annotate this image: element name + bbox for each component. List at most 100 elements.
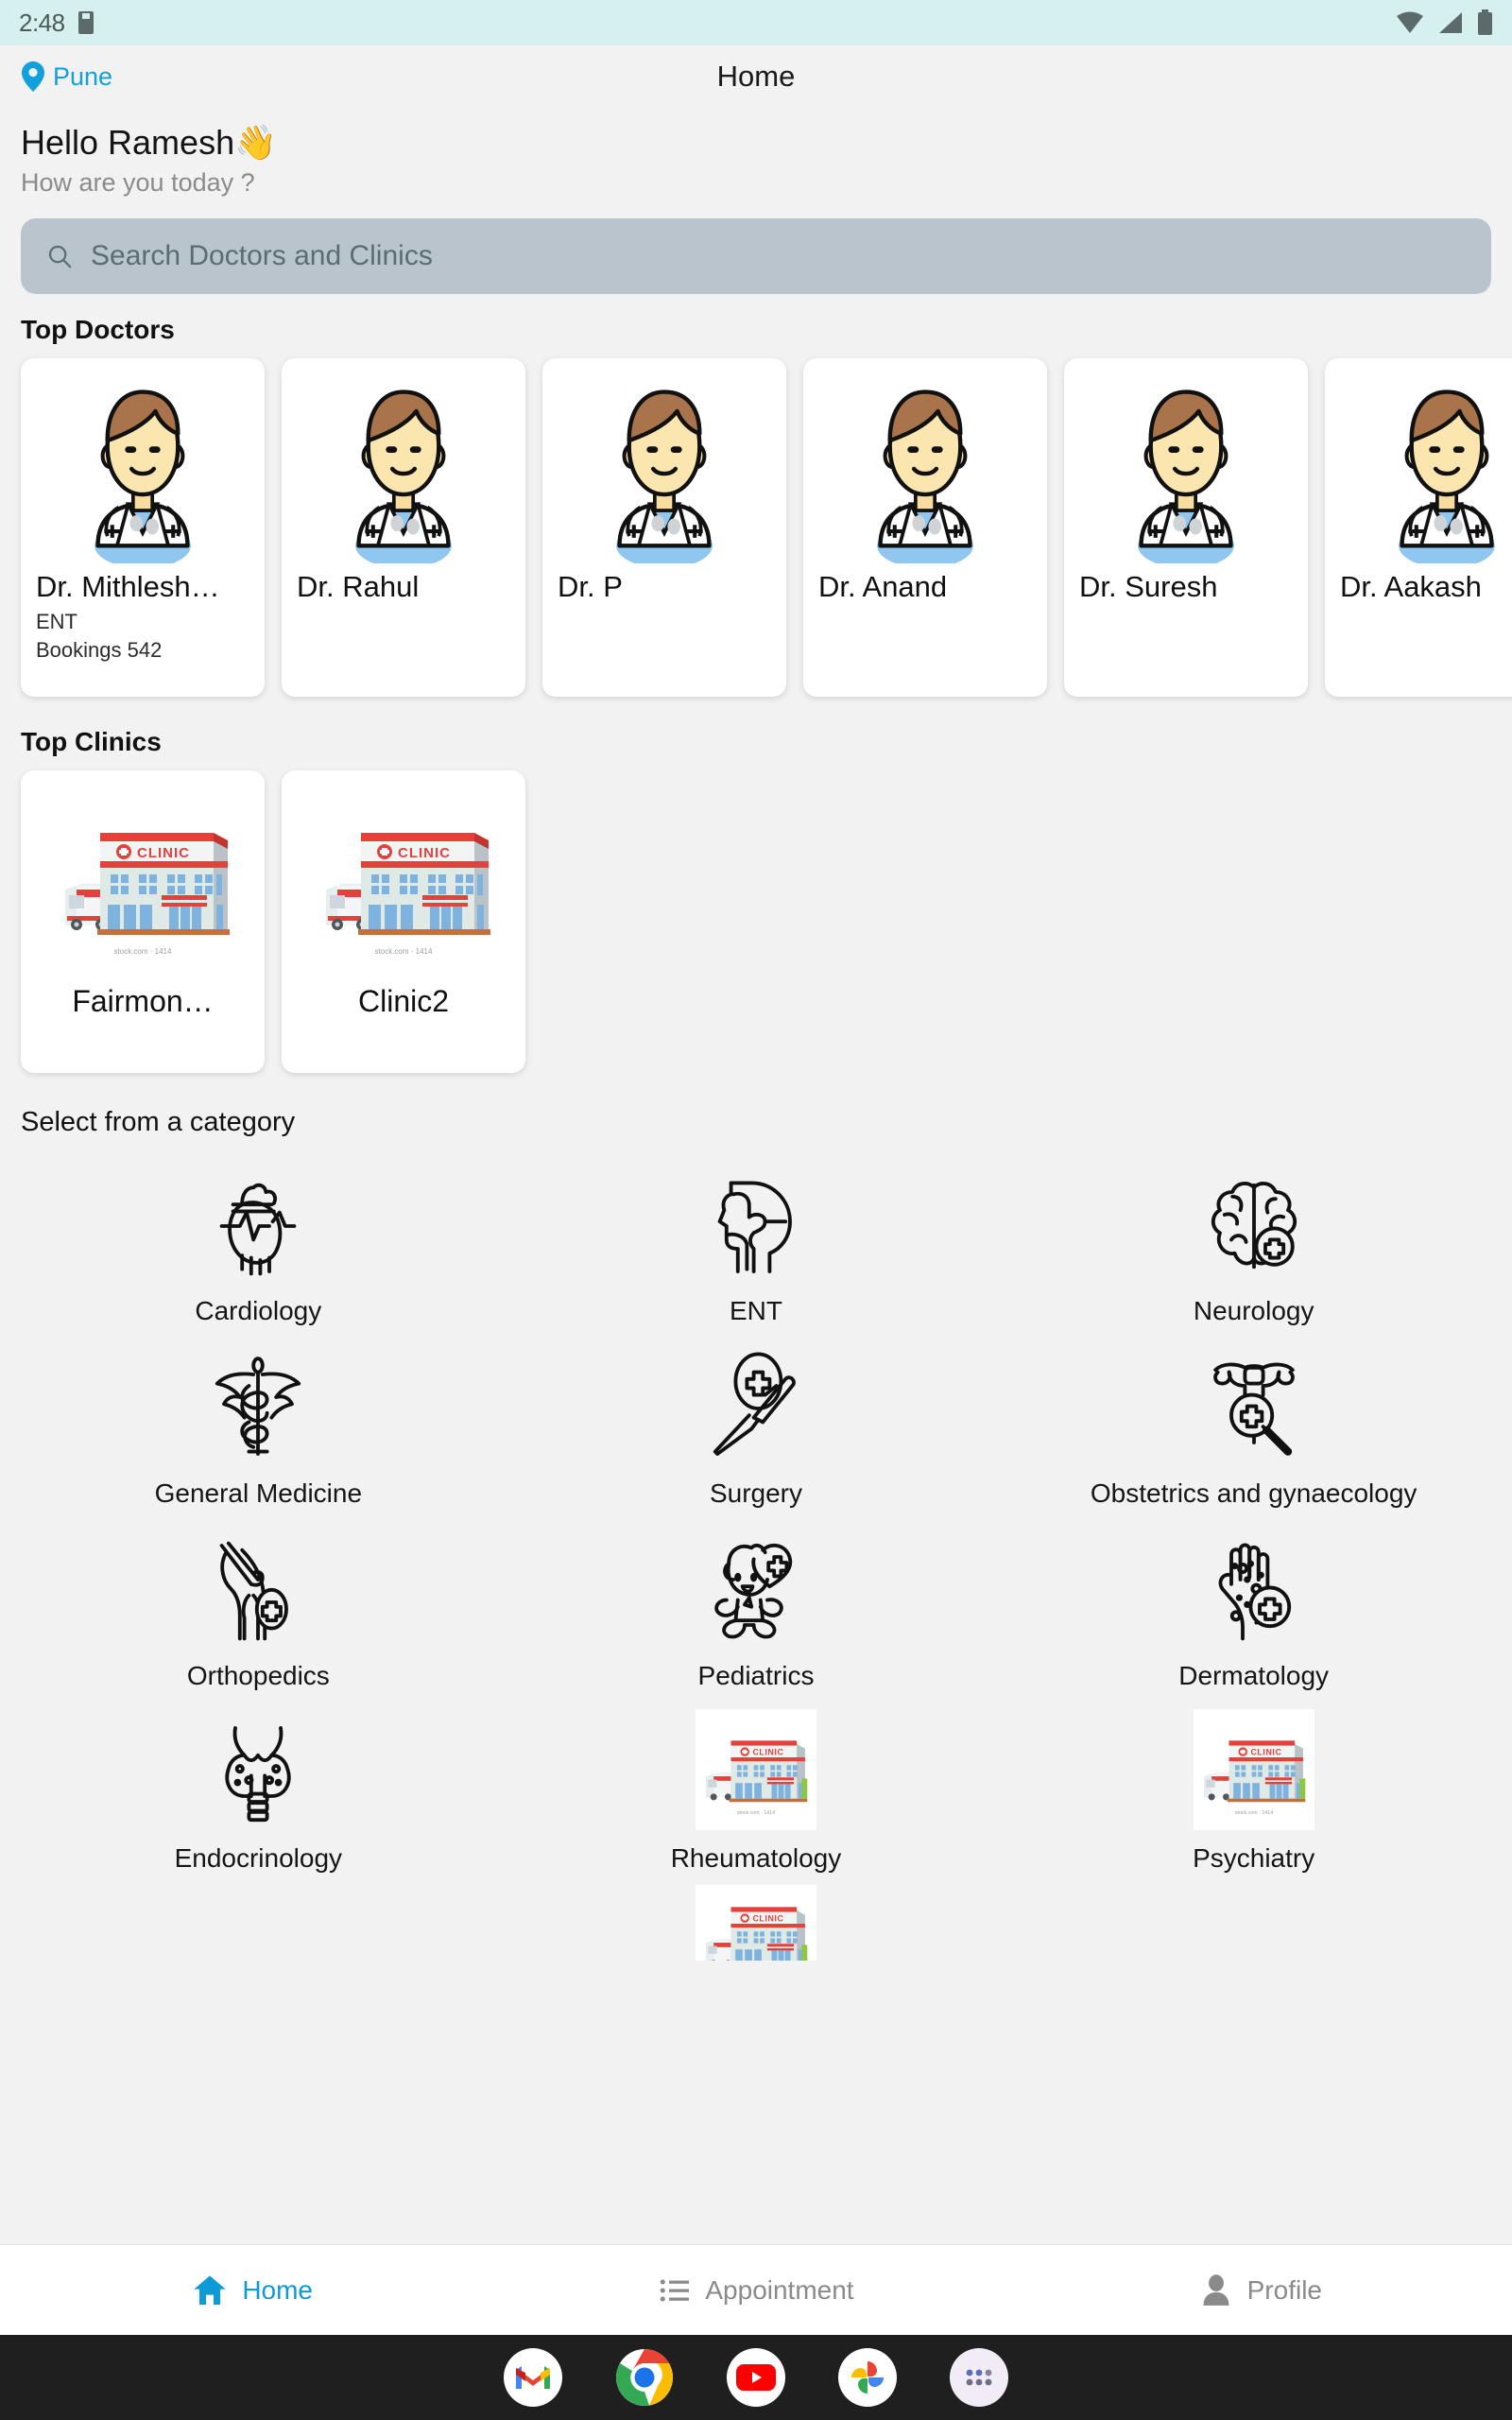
doctor-avatar (297, 372, 510, 570)
doctor-card[interactable]: Dr. P (542, 358, 786, 697)
doctor-avatar (1079, 372, 1293, 570)
doctor-card[interactable]: Dr. Anand (803, 358, 1047, 697)
nav-item-home[interactable]: Home (0, 2272, 504, 2309)
cellular-signal-icon (1439, 12, 1462, 33)
clock: 2:48 (19, 8, 65, 37)
category-item-orthopedics[interactable]: Orthopedics (9, 1520, 507, 1691)
phone-screen: 2:48 Pune Home Hello Ramesh 👋 How are yo… (0, 0, 1512, 2420)
scalpel-icon (699, 1338, 813, 1465)
clinic-building-icon: CLINIC (1197, 1714, 1310, 1825)
stock-watermark: stock.com · 1414 (114, 947, 172, 956)
status-bar-right (1396, 9, 1493, 36)
nav-label: Profile (1246, 2274, 1322, 2305)
nav-label: Appointment (705, 2274, 854, 2305)
page-title: Home (716, 60, 796, 93)
knee-joint-icon (201, 1520, 315, 1648)
clinic-name: Clinic2 (357, 984, 450, 1018)
doctor-illustration-icon (877, 389, 973, 563)
hand-rash-icon (1197, 1520, 1311, 1648)
category-label: Dermatology (1178, 1661, 1330, 1690)
home-icon (194, 2274, 226, 2305)
android-dock (0, 2335, 1512, 2420)
search-icon (48, 245, 72, 268)
category-label: Obstetrics and gynaecology (1090, 1478, 1418, 1508)
clinic-card[interactable]: CLINIC (282, 770, 525, 1073)
doctor-illustration-icon (94, 389, 191, 563)
category-item-general-medicine[interactable]: General Medicine (9, 1338, 507, 1509)
doctor-illustration-icon (1138, 389, 1234, 563)
category-item-ent[interactable]: ENT (507, 1155, 1005, 1326)
greeting-subtitle: How are you today ? (21, 168, 255, 197)
nav-item-appointment[interactable]: Appointment (504, 2273, 1007, 2308)
clinic-building-icon: CLINIC (309, 786, 498, 975)
svg-text:CLINIC: CLINIC (1250, 1748, 1281, 1757)
doctor-avatar (558, 372, 771, 570)
clinic-name: Fairmon… (72, 984, 214, 1018)
category-item-cardiology[interactable]: Cardiology (9, 1155, 507, 1326)
thyroid-icon (201, 1703, 315, 1830)
category-item-psychiatry[interactable]: CLINIC stock.com · 1414 Psychiatry (1005, 1703, 1503, 1874)
doctor-card[interactable]: Dr. Rahul (282, 358, 525, 697)
doctor-name: Dr. Anand (818, 570, 948, 603)
person-icon (1203, 2273, 1229, 2306)
doctor-illustration-icon (355, 389, 452, 563)
category-item-endocrinology[interactable]: Endocrinology (9, 1703, 507, 1874)
battery-icon (1478, 9, 1492, 35)
category-label: Psychiatry (1193, 1843, 1315, 1873)
category-label: Rheumatology (670, 1843, 842, 1873)
heart-anatomy-icon (201, 1155, 315, 1283)
category-item-neurology[interactable]: Neurology (1005, 1155, 1503, 1326)
category-label: Endocrinology (174, 1843, 343, 1873)
status-bar-left: 2:48 (19, 9, 95, 38)
main-scroll-area[interactable]: Hello Ramesh 👋 How are you today ? Search… (0, 108, 1512, 2244)
app-bar: Pune Home (0, 45, 1512, 108)
youtube-icon[interactable] (727, 2348, 785, 2407)
clinic-building-icon: CLINIC (699, 1714, 812, 1825)
search-bar[interactable]: Search Doctors and Clinics (21, 218, 1491, 294)
top-clinics-rail[interactable]: CLINIC stock.com · 1414 Fairmon… CLINIC … (0, 757, 1512, 1082)
list-icon (661, 2278, 690, 2302)
clinic-image: CLINIC stock.com · 1414 (282, 776, 525, 984)
doctor-name: Dr. P (558, 570, 623, 603)
wifi-icon (1397, 11, 1423, 33)
doctor-card[interactable]: Dr. Suresh (1064, 358, 1308, 697)
category-label: Cardiology (195, 1296, 322, 1325)
svg-text:CLINIC: CLINIC (398, 845, 451, 861)
doctor-card[interactable]: Dr. Mithlesh… ENT Bookings 542 (21, 358, 265, 697)
doctor-avatar (1340, 372, 1512, 570)
doctor-name: Dr. Mithlesh… (36, 570, 220, 603)
nav-item-profile[interactable]: Profile (1008, 2273, 1512, 2308)
category-item-dermatology[interactable]: Dermatology (1005, 1520, 1503, 1691)
top-doctors-rail[interactable]: Dr. Mithlesh… ENT Bookings 542 Dr. Rahul… (0, 345, 1512, 706)
google-photos-icon[interactable] (838, 2348, 897, 2407)
top-clinics-title: Top Clinics (21, 727, 162, 756)
category-item-partial[interactable]: CLINIC (507, 1885, 1005, 1974)
category-item-pediatrics[interactable]: Pediatrics (507, 1520, 1005, 1691)
clinic-card[interactable]: CLINIC (21, 770, 265, 1073)
app-drawer-icon[interactable] (950, 2348, 1008, 2407)
category-item-surgery[interactable]: Surgery (507, 1338, 1005, 1509)
greeting-title: Hello Ramesh 👋 (21, 123, 1491, 163)
baby-icon (699, 1520, 813, 1648)
chrome-icon[interactable] (615, 2348, 674, 2407)
doctor-illustration-icon (616, 389, 713, 563)
bottom-navigation: Home Appointment Profile (0, 2244, 1512, 2335)
doctor-avatar (818, 372, 1032, 570)
head-profile-icon (699, 1155, 813, 1283)
category-label: Neurology (1193, 1296, 1314, 1325)
gmail-icon[interactable] (504, 2348, 562, 2407)
doctor-bookings: Bookings 542 (36, 638, 163, 662)
clinic-image: CLINIC stock.com · 1414 (21, 776, 265, 984)
category-label: ENT (729, 1296, 782, 1325)
doctor-card[interactable]: Dr. Aakash (1325, 358, 1512, 697)
brain-icon (1197, 1155, 1311, 1283)
clinic-building-icon: CLINIC (699, 1885, 812, 1961)
stock-watermark: stock.com · 1414 (375, 947, 433, 956)
search-input[interactable]: Search Doctors and Clinics (91, 240, 433, 272)
clinic-placeholder-image: CLINIC (695, 1703, 816, 1830)
category-item-obstetrics-gynaecology[interactable]: Obstetrics and gynaecology (1005, 1338, 1503, 1509)
clinic-placeholder-image: CLINIC (695, 1885, 816, 1961)
top-doctors-title: Top Doctors (21, 315, 175, 344)
category-label: Orthopedics (186, 1661, 330, 1690)
category-item-rheumatology[interactable]: CLINIC stock.com · 1414 Rheumatology (507, 1703, 1005, 1874)
